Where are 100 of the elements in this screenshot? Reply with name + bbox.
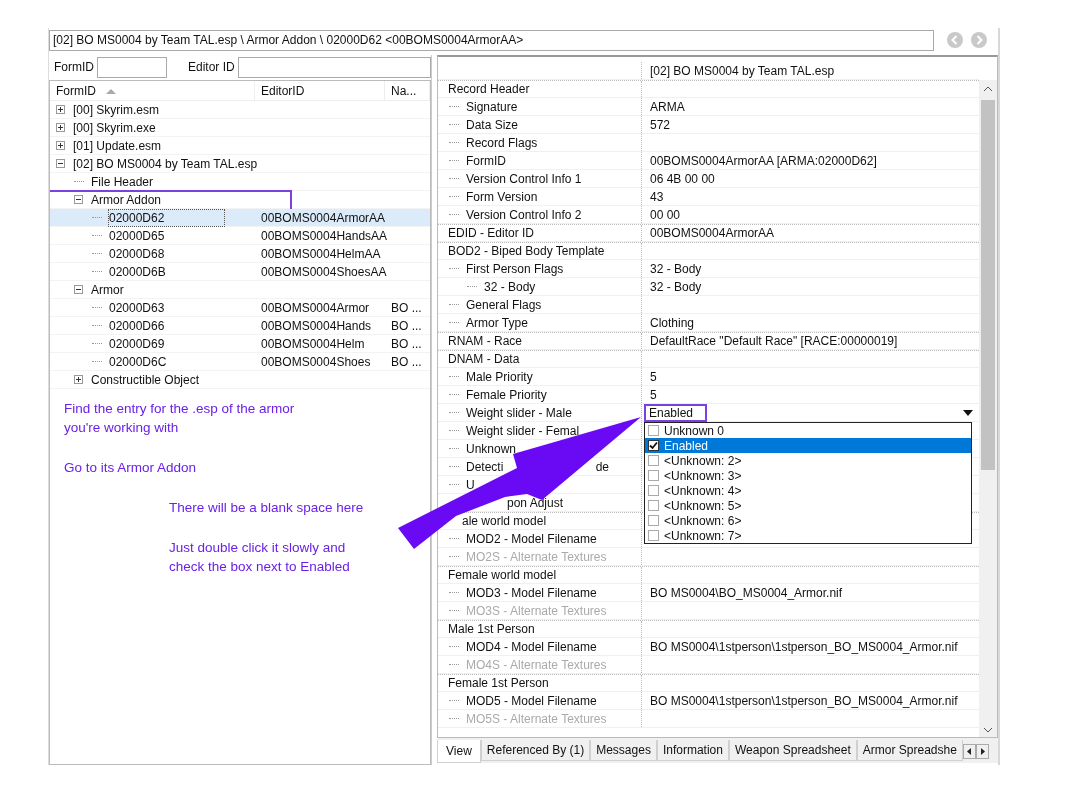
tree-row[interactable]: [02] BO MS0004 by Team TAL.esp [50, 155, 430, 173]
checkbox[interactable] [648, 470, 659, 481]
tree-row[interactable]: 02000D6C 00BOMS0004Shoes BO ... [50, 353, 430, 371]
filter-label: Editor ID [188, 60, 235, 74]
field-label: BOD2 - Biped Body Template [448, 244, 605, 258]
tree-cell: 00BOMS0004HelmAA [261, 245, 381, 262]
tree-cell: 02000D62 [109, 209, 225, 226]
collapse-icon[interactable] [74, 285, 83, 294]
tree-cell: 02000D69 [109, 335, 165, 352]
tree-cell: [00] Skyrim.esm [73, 101, 159, 118]
tree-row[interactable]: 02000D68 00BOMS0004HelmAA [50, 245, 430, 263]
dropdown-option[interactable]: <Unknown: 5> [645, 498, 971, 513]
tree-row[interactable]: [01] Update.esm [50, 137, 430, 155]
tree-cell: Constructible Object [91, 371, 200, 388]
field-value: 32 - Body [650, 279, 702, 294]
scroll-left-icon[interactable] [962, 744, 976, 759]
checkbox[interactable] [648, 455, 659, 466]
tree-row[interactable]: 02000D63 00BOMS0004Armor BO ... [50, 299, 430, 317]
tree-row[interactable]: 02000D65 00BOMS0004HandsAA [50, 227, 430, 245]
tree-cell: 00BOMS0004Shoes [261, 353, 371, 370]
field-label: Detecti [466, 459, 504, 474]
tree-row[interactable]: File Header [50, 173, 430, 191]
collapse-icon[interactable] [74, 195, 83, 204]
field-label: MO3S - Alternate Textures [466, 603, 607, 618]
field-label: MOD5 - Model Filename [466, 693, 597, 708]
field-label: Female 1st Person [448, 676, 549, 690]
tree-cell: [02] BO MS0004 by Team TAL.esp [73, 155, 258, 172]
tree-cell: Armor Addon [91, 191, 162, 208]
tree-cell: 00BOMS0004HandsAA [261, 227, 388, 244]
field-value: 00 00 [650, 207, 681, 222]
field-value: DefaultRace "Default Race" [RACE:00000019] [650, 334, 898, 348]
field-label: Unknown [466, 441, 517, 456]
field-label: Data Size [466, 117, 519, 132]
tree-cell: BO ... [391, 353, 422, 370]
path-field[interactable]: [02] BO MS0004 by Team TAL.esp \ Armor Addon \ 02000D62 <00BOMS0004ArmorAA> [49, 29, 934, 51]
tab[interactable]: Weapon Spreadsheet [728, 740, 857, 761]
tab[interactable]: Referenced By (1) [480, 740, 591, 761]
tree-row[interactable]: Constructible Object [50, 371, 430, 389]
filter-label: FormID [54, 60, 94, 74]
tree-row[interactable]: 02000D69 00BOMS0004Helm BO ... [50, 335, 430, 353]
dropdown-field[interactable]: Enabled [644, 403, 979, 422]
field-label: First Person Flags [466, 261, 564, 276]
checkbox[interactable] [648, 530, 659, 541]
field-label: Signature [466, 99, 518, 114]
tree-row[interactable]: 02000D66 00BOMS0004Hands BO ... [50, 317, 430, 335]
column-header[interactable]: EditorID [255, 81, 385, 100]
tab[interactable]: Armor Spreadshe [856, 740, 963, 761]
field-label: 32 - Body [484, 279, 536, 294]
expand-icon[interactable] [56, 141, 65, 150]
tree-row[interactable]: Armor [50, 281, 430, 299]
tree-row[interactable]: [00] Skyrim.exe [50, 119, 430, 137]
field-label: MOD2 - Model Filename [466, 531, 597, 546]
checkbox[interactable] [648, 425, 659, 436]
tree-cell: 02000D68 [109, 245, 165, 262]
field-label: MO4S - Alternate Textures [466, 657, 607, 672]
column-header[interactable]: FormID [50, 81, 255, 100]
scrollbar[interactable] [979, 80, 997, 737]
expand-icon[interactable] [56, 123, 65, 132]
scroll-up-icon[interactable] [983, 86, 993, 92]
filter-field[interactable] [237, 56, 431, 78]
checkbox[interactable] [648, 440, 659, 451]
checkbox[interactable] [648, 515, 659, 526]
dropdown-option[interactable]: <Unknown: 7> [645, 528, 971, 543]
expand-icon[interactable] [74, 375, 83, 384]
tree-row[interactable]: [00] Skyrim.esm [50, 101, 430, 119]
tab[interactable]: Messages [590, 740, 657, 761]
field-label: Form Version [466, 189, 538, 204]
field-label: Male Priority [466, 369, 533, 384]
tree-cell: BO ... [391, 317, 422, 334]
tree-row[interactable]: 02000D62 00BOMS0004ArmorAA [50, 209, 430, 227]
tree-cell: [00] Skyrim.exe [73, 119, 156, 136]
tree-cell: 00BOMS0004Hands [261, 317, 372, 334]
dropdown-option[interactable]: Enabled [645, 438, 971, 453]
annotation-text: Go to its Armor Addon [64, 459, 198, 477]
field-label: Weight slider - Femal [466, 423, 580, 438]
column-header[interactable]: Na... [385, 81, 430, 100]
dropdown-option[interactable]: <Unknown: 4> [645, 483, 971, 498]
checkbox[interactable] [648, 485, 659, 496]
field-value: BO MS0004\1stperson\1stperson_BO_MS0004_Armor.nif [650, 693, 958, 708]
tree-row[interactable]: 02000D6B 00BOMS0004ShoesAA [50, 263, 430, 281]
collapse-icon[interactable] [56, 159, 65, 168]
tab[interactable]: Information [656, 740, 729, 761]
field-label: MOD4 - Model Filename [466, 639, 597, 654]
scroll-down-icon[interactable] [983, 727, 993, 733]
expand-icon[interactable] [56, 105, 65, 114]
field-value: 5 [650, 387, 657, 402]
scroll-right-icon[interactable] [975, 744, 989, 759]
field-label: MO2S - Alternate Textures [466, 549, 607, 564]
column-header: [02] BO MS0004 by Team TAL.esp [650, 63, 835, 78]
tree-cell: 00BOMS0004ArmorAA [261, 209, 386, 226]
filter-field[interactable] [97, 56, 167, 78]
field-label: Record Flags [466, 135, 538, 150]
dropdown-option[interactable]: <Unknown: 2> [645, 453, 971, 468]
dropdown-option[interactable]: <Unknown: 6> [645, 513, 971, 528]
field-value: ARMA [650, 99, 685, 114]
dropdown-option[interactable]: Unknown 0 [645, 423, 971, 438]
field-label: MO5S - Alternate Textures [466, 711, 607, 726]
checkbox[interactable] [648, 500, 659, 511]
tab[interactable]: View [437, 740, 481, 763]
dropdown-option[interactable]: <Unknown: 3> [645, 468, 971, 483]
